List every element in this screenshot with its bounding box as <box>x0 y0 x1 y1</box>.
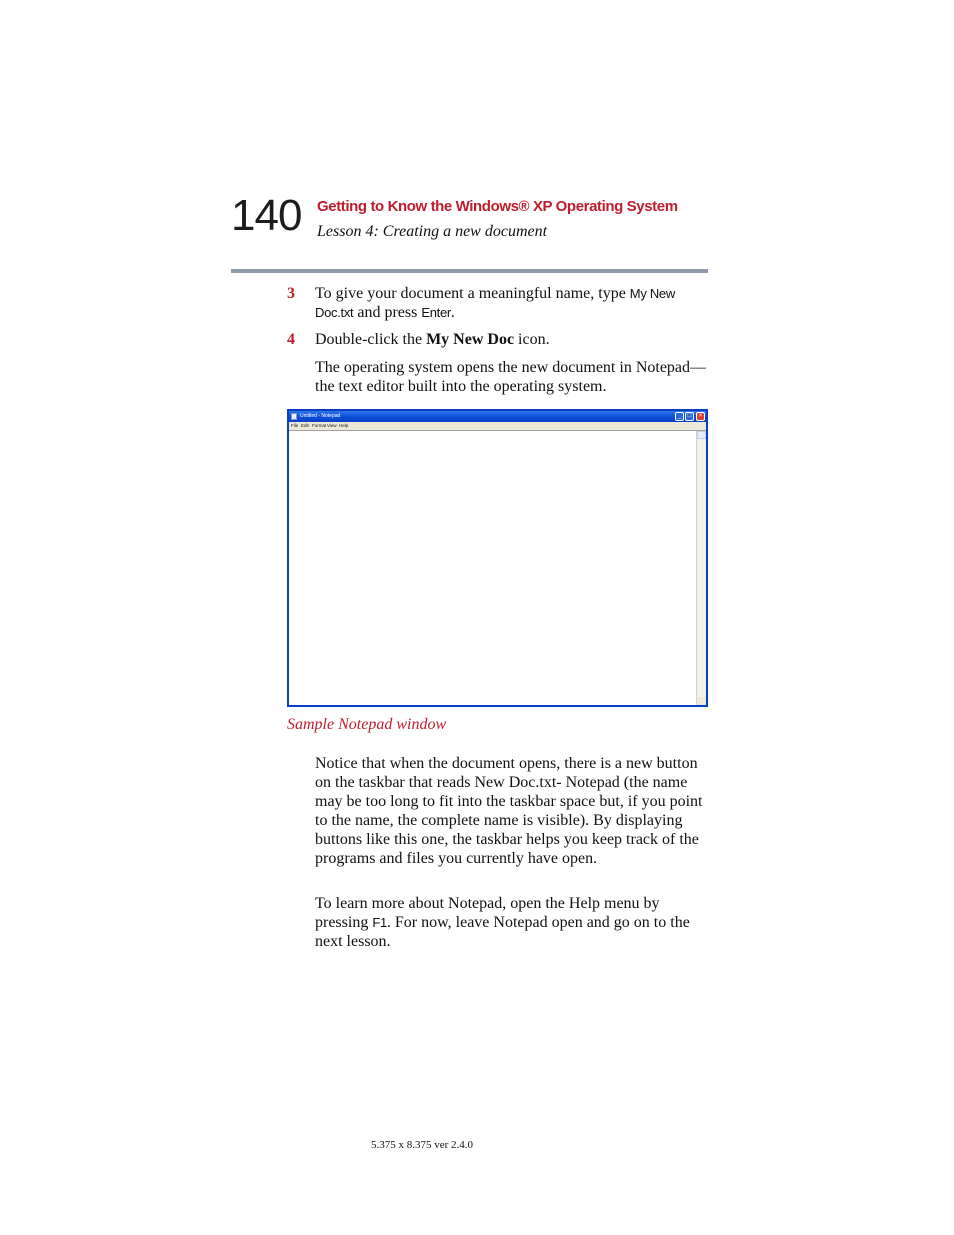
step-4: 4 Double-click the My New Doc icon. <box>287 330 707 350</box>
scroll-up-icon[interactable] <box>697 431 706 439</box>
notepad-intro-paragraph: The operating system opens the new docum… <box>315 359 707 395</box>
menu-file[interactable]: File <box>291 422 298 430</box>
notepad-text-area[interactable] <box>289 430 706 705</box>
step-text-part: Double-click the <box>315 331 427 348</box>
menu-view[interactable]: View <box>327 422 337 430</box>
notepad-menubar: File Edit Format View Help <box>289 422 706 430</box>
notepad-title: Untitled - Notepad <box>300 413 341 419</box>
icon-name: My New Doc <box>426 331 515 348</box>
close-icon[interactable]: × <box>696 412 705 421</box>
menu-help[interactable]: Help <box>339 422 348 430</box>
lesson-title: Lesson 4: Creating a new document <box>317 223 548 240</box>
minimize-icon[interactable]: _ <box>675 412 684 421</box>
menu-format[interactable]: Format <box>312 422 326 430</box>
notepad-window-screenshot: Untitled - Notepad _ □ × File Edit Forma… <box>287 409 708 707</box>
figure-caption: Sample Notepad window <box>287 716 447 733</box>
notepad-app-icon <box>291 413 297 420</box>
help-paragraph: To learn more about Notepad, open the He… <box>315 894 707 951</box>
step-text-part: To give your document a meaningful name,… <box>315 285 630 302</box>
key-enter: Enter <box>421 305 451 320</box>
page-footer: 5.375 x 8.375 ver 2.4.0 <box>371 1139 474 1151</box>
vertical-scrollbar[interactable] <box>696 431 706 705</box>
step-3: 3 To give your document a meaningful nam… <box>287 284 707 324</box>
resize-grip-icon[interactable] <box>697 697 706 705</box>
step-text-part: and press <box>353 304 422 321</box>
step-text: To give your document a meaningful name,… <box>315 284 707 322</box>
maximize-icon[interactable]: □ <box>685 412 694 421</box>
page-number: 140 <box>231 191 302 240</box>
step-text-part: icon. <box>514 331 550 348</box>
step-number: 4 <box>287 331 295 348</box>
chapter-title: Getting to Know the Windows® XP Operatin… <box>317 198 678 215</box>
step-number: 3 <box>287 285 295 302</box>
step-text-part: . <box>450 304 455 321</box>
key-f1: F1 <box>372 915 387 930</box>
step-text: Double-click the My New Doc icon. <box>315 330 707 349</box>
taskbar-paragraph: Notice that when the document opens, the… <box>315 755 703 867</box>
menu-edit[interactable]: Edit <box>301 422 309 430</box>
header-rule <box>231 269 708 273</box>
notepad-titlebar: Untitled - Notepad _ □ × <box>289 411 706 422</box>
